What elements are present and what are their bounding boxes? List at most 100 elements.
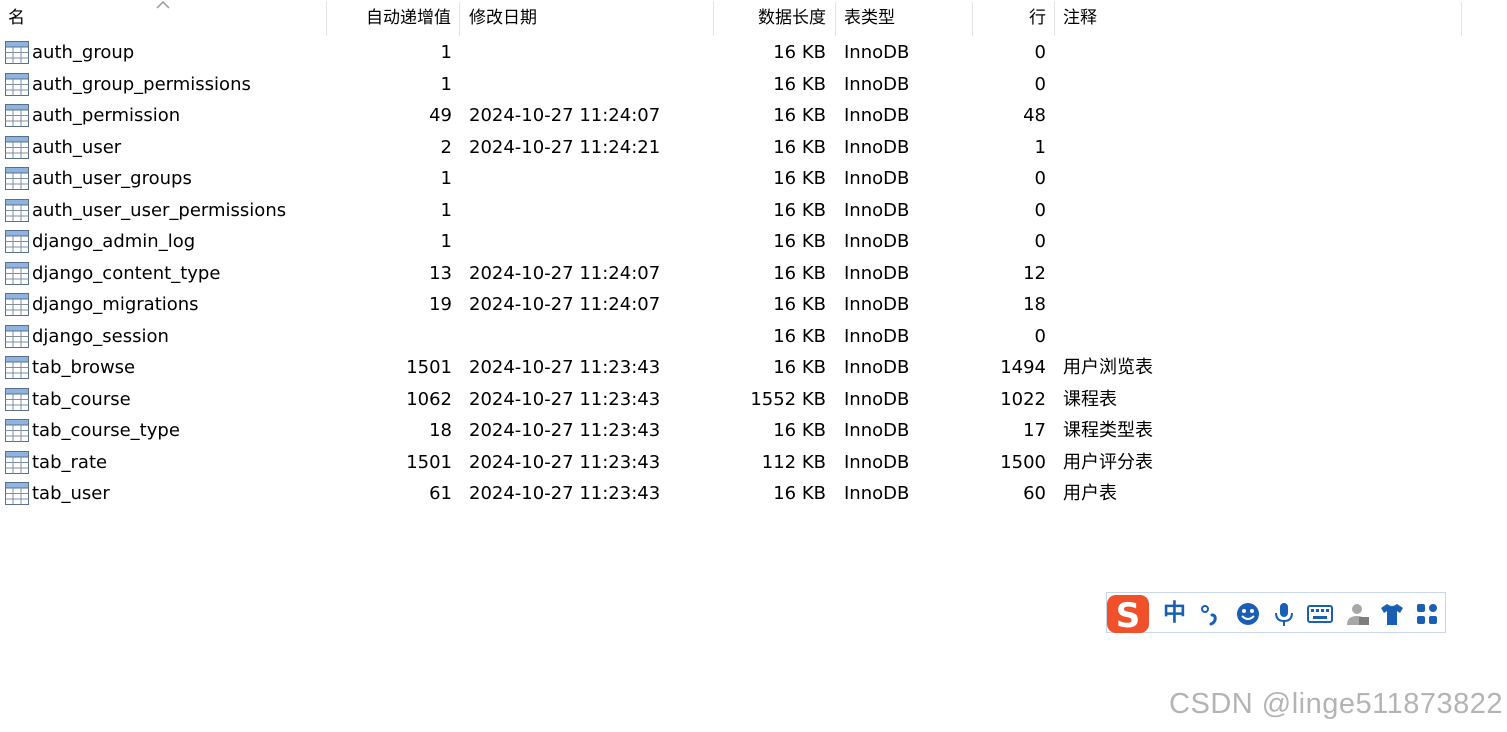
table-comment <box>1063 321 1363 353</box>
table-type: InnoDB <box>844 262 910 284</box>
table-row[interactable]: tab_course 1062 2024-10-27 11:23:43 1552… <box>0 384 1507 416</box>
table-row[interactable]: auth_user_groups 1 16 KB InnoDB 0 <box>0 163 1507 195</box>
table-comment <box>1063 226 1363 258</box>
column-header-auto-increment[interactable]: 自动递增值 <box>327 0 459 36</box>
table-icon <box>5 324 29 348</box>
auto-increment-value: 1 <box>440 168 452 189</box>
data-length: 16 KB <box>773 168 826 189</box>
toolbox-grid-icon[interactable] <box>1414 601 1440 627</box>
punctuation-icon[interactable] <box>1197 601 1223 627</box>
modified-date <box>469 226 709 258</box>
modified-date: 2024-10-27 11:24:07 <box>469 105 661 126</box>
data-length: 112 KB <box>761 451 826 473</box>
column-header-table-type[interactable]: 表类型 <box>836 0 972 36</box>
sort-ascending-icon <box>156 0 170 9</box>
row-count: 18 <box>1023 294 1046 315</box>
row-count: 1500 <box>1000 451 1046 473</box>
input-mode-label[interactable]: 中 <box>1163 598 1186 628</box>
table-icon <box>5 135 29 159</box>
row-count: 0 <box>1034 325 1046 347</box>
table-comment: 用户浏览表 <box>1063 357 1153 378</box>
modified-date: 2024-10-27 11:24:21 <box>469 136 661 158</box>
row-count: 1 <box>1034 136 1046 158</box>
auto-increment-value: 1 <box>440 42 452 63</box>
table-row[interactable]: tab_user 61 2024-10-27 11:23:43 16 KB In… <box>0 478 1507 510</box>
data-length: 1552 KB <box>750 388 826 410</box>
table-type: InnoDB <box>844 168 910 189</box>
table-icon <box>5 104 29 127</box>
table-icon <box>5 167 29 190</box>
table-row[interactable]: tab_course_type 18 2024-10-27 11:23:43 1… <box>0 415 1507 447</box>
table-type: InnoDB <box>844 42 910 63</box>
modified-date <box>469 195 709 227</box>
table-row[interactable]: tab_rate 1501 2024-10-27 11:23:43 112 KB… <box>0 447 1507 479</box>
data-length: 16 KB <box>773 105 826 126</box>
table-type: InnoDB <box>844 105 910 126</box>
table-row[interactable]: auth_user_user_permissions 1 16 KB InnoD… <box>0 195 1507 227</box>
table-name: tab_user <box>32 483 110 504</box>
skin-shirt-icon[interactable] <box>1379 601 1405 627</box>
keyboard-icon[interactable] <box>1307 601 1333 627</box>
auto-increment-value: 49 <box>429 105 452 126</box>
ime-toolbar[interactable]: S 中 <box>1105 592 1446 636</box>
table-icon <box>5 387 29 411</box>
table-row[interactable]: auth_permission 49 2024-10-27 11:24:07 1… <box>0 100 1507 132</box>
table-icon <box>5 482 29 505</box>
auto-increment-value: 61 <box>429 483 452 504</box>
table-name: tab_course_type <box>32 420 180 441</box>
modified-date: 2024-10-27 11:23:43 <box>469 483 661 504</box>
table-comment <box>1063 69 1363 101</box>
table-comment <box>1063 132 1363 164</box>
column-divider[interactable] <box>459 2 460 36</box>
auto-increment-value: 18 <box>429 420 452 441</box>
table-row[interactable]: auth_group 1 16 KB InnoDB 0 <box>0 37 1507 69</box>
row-count: 0 <box>1034 73 1046 95</box>
data-length: 16 KB <box>773 294 826 315</box>
table-type: InnoDB <box>844 231 910 252</box>
sogou-logo-icon[interactable]: S <box>1105 592 1153 636</box>
table-row[interactable]: auth_user 2 2024-10-27 11:24:21 16 KB In… <box>0 132 1507 164</box>
auto-increment-value: 1 <box>440 199 452 221</box>
column-header-comment[interactable]: 注释 <box>1055 0 1460 36</box>
column-header-data-length[interactable]: 数据长度 <box>714 0 834 36</box>
table-icon <box>5 198 29 222</box>
table-comment: 课程类型表 <box>1063 420 1153 441</box>
emoji-icon[interactable] <box>1235 601 1261 627</box>
auto-increment-value: 13 <box>429 262 452 284</box>
data-length: 16 KB <box>773 483 826 504</box>
table-row[interactable]: django_content_type 13 2024-10-27 11:24:… <box>0 258 1507 290</box>
table-row[interactable]: tab_browse 1501 2024-10-27 11:23:43 16 K… <box>0 352 1507 384</box>
table-name: tab_rate <box>32 451 108 473</box>
row-count: 0 <box>1034 199 1046 221</box>
row-count: 0 <box>1034 168 1046 189</box>
modified-date: 2024-10-27 11:24:07 <box>469 262 661 284</box>
column-header-rows[interactable]: 行 <box>973 0 1054 36</box>
table-name: django_migrations <box>32 294 199 315</box>
table-comment <box>1063 258 1363 290</box>
microphone-icon[interactable] <box>1271 601 1297 627</box>
table-row[interactable]: django_admin_log 1 16 KB InnoDB 0 <box>0 226 1507 258</box>
table-comment: 用户评分表 <box>1063 451 1153 473</box>
table-list-page: 名 自动递增值 修改日期 数据长度 表类型 行 注释 auth_group 1 … <box>0 0 1507 732</box>
table-type: InnoDB <box>844 199 910 221</box>
table-row[interactable]: django_session 16 KB InnoDB 0 <box>0 321 1507 353</box>
row-count: 0 <box>1034 231 1046 252</box>
modified-date: 2024-10-27 11:23:43 <box>469 357 661 378</box>
watermark: CSDN @linge511873822 <box>1169 688 1503 720</box>
table-row[interactable]: django_migrations 19 2024-10-27 11:24:07… <box>0 289 1507 321</box>
table-name: auth_permission <box>32 105 181 126</box>
column-divider[interactable] <box>1461 2 1462 36</box>
row-count: 1022 <box>1000 388 1046 410</box>
modified-date <box>469 37 709 69</box>
data-length: 16 KB <box>773 262 826 284</box>
table-comment <box>1063 37 1363 69</box>
table-row[interactable]: auth_group_permissions 1 16 KB InnoDB 0 <box>0 69 1507 101</box>
table-comment <box>1063 100 1363 132</box>
row-count: 12 <box>1023 262 1046 284</box>
table-name: tab_course <box>32 388 131 410</box>
data-length: 16 KB <box>773 42 826 63</box>
table-name: django_session <box>32 325 169 347</box>
user-icon[interactable] <box>1345 601 1371 627</box>
table-comment <box>1063 289 1363 321</box>
column-header-modified-date[interactable]: 修改日期 <box>461 0 713 36</box>
